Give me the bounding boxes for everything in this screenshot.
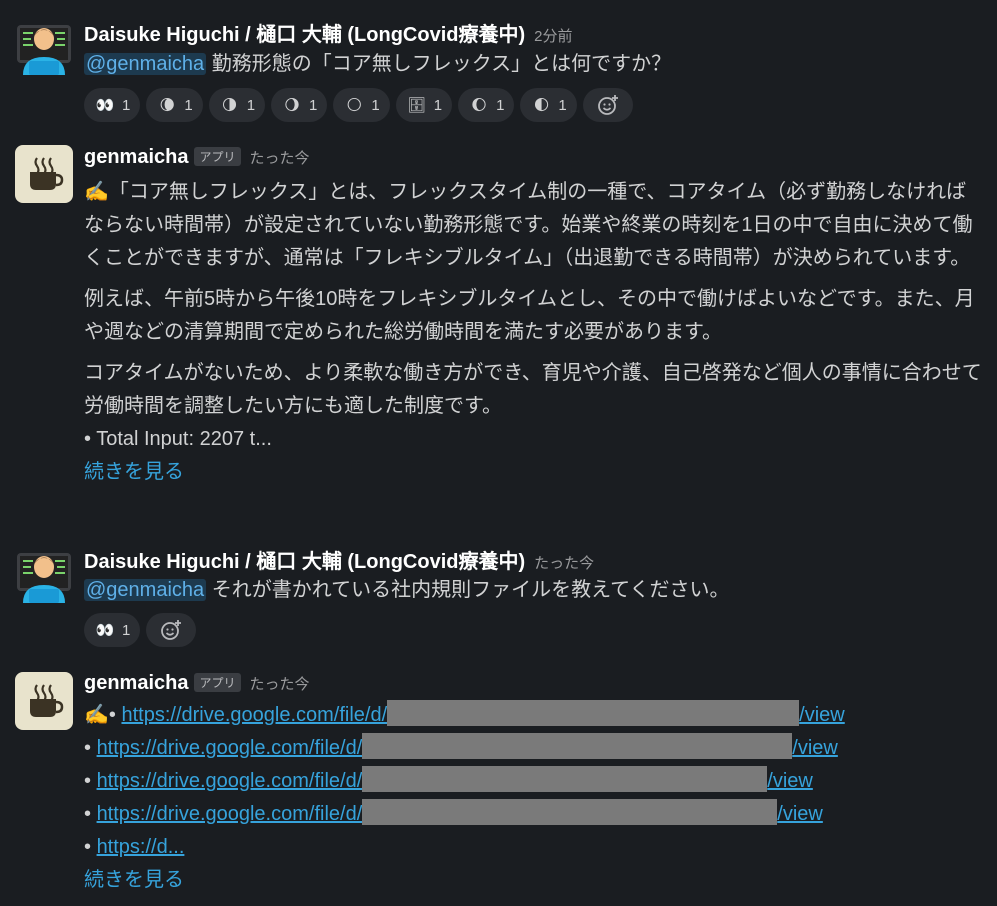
add-reaction-button[interactable] — [146, 613, 197, 647]
drive-link[interactable]: https://drive.google.com/file/d/ /view — [121, 700, 845, 726]
reaction-count: 1 — [246, 96, 256, 114]
file-cabinet-icon: 🗄 — [407, 97, 427, 114]
link-list: ✍️• https://drive.google.com/file/d/ /vie… — [84, 699, 984, 897]
reaction-moon-1[interactable]: 🌘 1 — [146, 88, 203, 122]
redaction-bar — [362, 766, 768, 792]
author-name[interactable]: Daisuke Higuchi / 樋口 大輔 (LongCovid療養中) — [84, 18, 525, 47]
link-start: https://drive.google.com/file/d/ — [96, 737, 363, 759]
link-item: • https://drive.google.com/file/d/ /view — [84, 798, 984, 831]
timestamp[interactable]: たった今 — [250, 147, 310, 168]
redaction-bar — [362, 799, 778, 825]
bullet: • — [84, 770, 97, 792]
link-item: ✍️• https://drive.google.com/file/d/ /vie… — [84, 699, 984, 732]
link-item: • https://drive.google.com/file/d/ /view — [84, 732, 984, 765]
author-name[interactable]: genmaicha — [84, 672, 188, 695]
message-text: @genmaicha それが書かれている社内規則ファイルを教えてください。 — [84, 574, 984, 607]
drive-link[interactable]: https://drive.google.com/file/d/ /view — [96, 766, 813, 792]
reaction-moon-2[interactable]: 🌗 1 — [208, 88, 266, 122]
message-text: @genmaicha 勤務形態の「コア無しフレックス」とは何ですか？ — [84, 48, 984, 81]
technologist-icon — [17, 553, 71, 603]
user-mention[interactable]: @genmaicha — [84, 53, 207, 75]
reaction-eyes[interactable]: 👀 1 — [84, 613, 141, 647]
bot-avatar[interactable] — [15, 672, 73, 730]
bullet: • — [84, 803, 97, 825]
reaction-bar: 👀 1 — [84, 613, 197, 647]
add-reaction-button[interactable] — [582, 88, 633, 122]
add-reaction-icon — [597, 95, 618, 115]
app-badge: アプリ — [194, 147, 241, 166]
redaction-bar — [362, 733, 793, 759]
full-moon-icon: 🌕 — [346, 97, 363, 114]
link-end: /view — [792, 737, 838, 759]
drive-link[interactable]: https://drive.google.com/file/d/ /view — [96, 733, 838, 759]
bot-avatar[interactable] — [15, 145, 73, 203]
paragraph: 例えば、午前5時から午後10時をフレキシブルタイムとし、その中で働けばよいなどで… — [84, 288, 975, 343]
paragraph: ✍️「コア無しフレックス」とは、フレックスタイム制の一種で、コアタイム（必ず勤務… — [84, 181, 973, 269]
timestamp[interactable]: 2分前 — [534, 25, 572, 46]
timestamp[interactable]: たった今 — [534, 552, 594, 573]
user-mention[interactable]: @genmaicha — [84, 579, 207, 601]
paragraph: コアタイムがないため、より柔軟な働き方ができ、育児や介護、自己啓発など個人の事情… — [84, 362, 982, 417]
reaction-count: 1 — [184, 96, 193, 114]
reaction-moon-4[interactable]: 🌔 1 — [458, 88, 515, 122]
reaction-count: 1 — [122, 96, 131, 114]
link-start: https://drive.google.com/file/d/ — [96, 803, 363, 825]
eyes-icon: 👀 — [95, 622, 115, 639]
bullet: • — [84, 836, 97, 858]
author-name[interactable]: Daisuke Higuchi / 樋口 大輔 (LongCovid療養中) — [84, 545, 525, 574]
reaction-count: 1 — [558, 96, 567, 114]
user-avatar[interactable] — [15, 545, 73, 603]
author-name[interactable]: genmaicha — [84, 146, 188, 169]
link-start: https://drive.google.com/file/d/ — [96, 770, 363, 792]
message-text: ✍️「コア無しフレックス」とは、フレックスタイム制の一種で、コアタイム（必ず勤務… — [84, 176, 984, 489]
redaction-bar — [387, 700, 800, 726]
link-end: /view — [767, 770, 813, 792]
link-end: /view — [799, 704, 845, 726]
add-reaction-icon — [161, 620, 182, 640]
reaction-count: 1 — [122, 621, 131, 639]
reaction-count: 1 — [496, 96, 505, 114]
link-end: /view — [777, 803, 823, 825]
message-body: 勤務形態の「コア無しフレックス」とは何ですか？ — [211, 53, 672, 75]
moon-gibbous-icon: 🌖 — [284, 97, 300, 114]
timestamp[interactable]: たった今 — [250, 673, 310, 694]
drive-link[interactable]: https://d... — [97, 836, 185, 858]
moon-waxing-gibbous-icon: 🌔 — [471, 97, 487, 114]
link-item: • https://d... — [84, 831, 984, 864]
technologist-icon — [17, 25, 71, 75]
tea-cup-icon — [30, 684, 64, 717]
moon-crescent-icon: 🌘 — [159, 97, 176, 114]
reaction-count: 1 — [309, 96, 318, 114]
bullet: ✍️• — [84, 704, 122, 726]
reaction-file-cabinet[interactable]: 🗄 1 — [395, 88, 453, 122]
link-start: https://drive.google.com/file/d/ — [121, 704, 388, 726]
reaction-count: 1 — [433, 96, 443, 114]
reaction-count: 1 — [371, 96, 380, 114]
reaction-bar: 👀 1 🌘 1 🌗 1 🌖 1 🌕 1 🗄 1 🌔 1 🌓 1 — [84, 88, 633, 122]
bullet-item: • Total Input: 2207 t... — [84, 428, 272, 450]
reaction-full-moon[interactable]: 🌕 1 — [333, 88, 390, 122]
user-avatar[interactable] — [15, 17, 73, 75]
link-item: • https://drive.google.com/file/d/ /view — [84, 765, 984, 798]
message-body: それが書かれている社内規則ファイルを教えてください。 — [211, 579, 730, 601]
drive-link[interactable]: https://drive.google.com/file/d/ /view — [96, 799, 823, 825]
reaction-moon-5[interactable]: 🌓 1 — [520, 88, 577, 122]
show-more-link[interactable]: 続きを見る — [84, 864, 984, 897]
tea-cup-icon — [30, 157, 64, 190]
app-badge: アプリ — [194, 673, 241, 692]
eyes-icon: 👀 — [95, 97, 115, 114]
show-more-link[interactable]: 続きを見る — [84, 456, 984, 489]
bullet: • — [84, 737, 97, 759]
moon-first-quarter-icon: 🌓 — [533, 97, 550, 114]
reaction-moon-3[interactable]: 🌖 1 — [271, 88, 328, 122]
moon-half-icon: 🌗 — [221, 97, 238, 114]
reaction-eyes[interactable]: 👀 1 — [84, 88, 141, 122]
